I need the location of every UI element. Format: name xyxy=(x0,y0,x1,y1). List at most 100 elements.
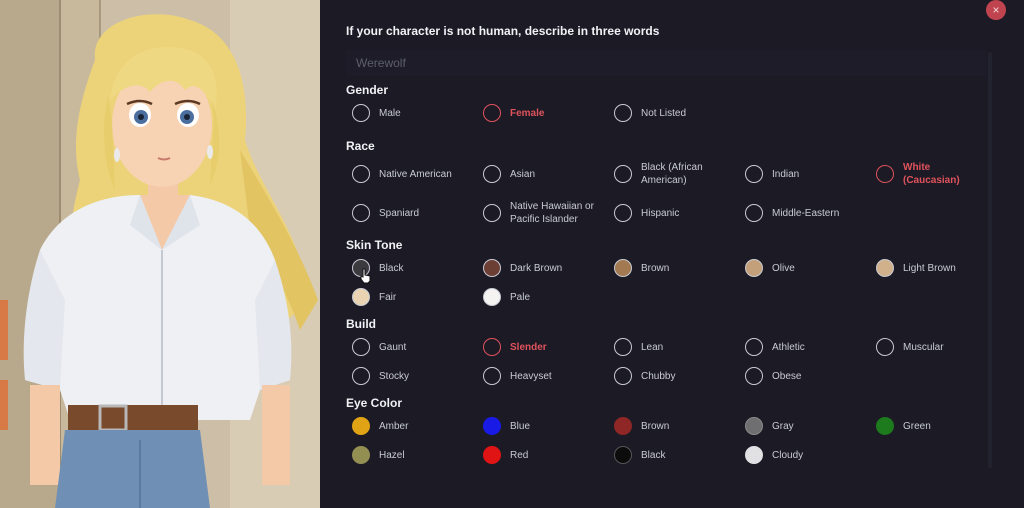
option-label: Cloudy xyxy=(772,449,804,461)
option-label: Heavyset xyxy=(510,370,552,382)
radio-icon xyxy=(614,338,632,356)
character-illustration xyxy=(0,0,320,508)
eye-color-option-cloudy[interactable]: Cloudy xyxy=(745,446,803,464)
option-label: Hazel xyxy=(379,449,405,461)
skin-tone-option-pale[interactable]: Pale xyxy=(483,288,530,306)
skin-tone-option-olive[interactable]: Olive xyxy=(745,259,795,277)
radio-icon xyxy=(614,367,632,385)
race-option-indian[interactable]: Indian xyxy=(745,165,799,183)
color-swatch-icon xyxy=(483,446,501,464)
option-label: Black xyxy=(641,449,666,461)
option-label: Gray xyxy=(772,420,794,432)
option-label: Fair xyxy=(379,291,397,303)
skin-tone-option-fair[interactable]: Fair xyxy=(352,288,396,306)
radio-icon xyxy=(483,165,501,183)
option-label: Dark Brown xyxy=(510,262,563,274)
option-label: Slender xyxy=(510,341,547,353)
color-swatch-icon xyxy=(483,288,501,306)
radio-icon xyxy=(614,104,632,122)
radio-icon xyxy=(614,165,632,183)
radio-icon xyxy=(745,367,763,385)
option-label: Muscular xyxy=(903,341,944,353)
build-option-muscular[interactable]: Muscular xyxy=(876,338,944,356)
build-option-stocky[interactable]: Stocky xyxy=(352,367,409,385)
option-label: Obese xyxy=(772,370,802,382)
option-label: Stocky xyxy=(379,370,410,382)
skin-tone-option-dark-brown[interactable]: Dark Brown xyxy=(483,259,562,277)
nonhuman-description-input[interactable] xyxy=(346,50,986,76)
color-swatch-icon xyxy=(614,417,632,435)
radio-icon xyxy=(352,165,370,183)
build-option-lean[interactable]: Lean xyxy=(614,338,663,356)
color-swatch-icon xyxy=(352,446,370,464)
option-label: Indian xyxy=(772,168,800,180)
gender-option-not-listed[interactable]: Not Listed xyxy=(614,104,686,122)
build-option-gaunt[interactable]: Gaunt xyxy=(352,338,406,356)
race-option-native-american[interactable]: Native American xyxy=(352,165,452,183)
color-swatch-icon xyxy=(352,288,370,306)
color-swatch-icon xyxy=(876,259,894,277)
build-section-title: Build xyxy=(346,317,376,331)
race-option-hispanic[interactable]: Hispanic xyxy=(614,204,679,222)
eye-color-option-brown[interactable]: Brown xyxy=(614,417,669,435)
gender-option-male[interactable]: Male xyxy=(352,104,401,122)
option-label: Lean xyxy=(641,341,664,353)
option-label: Athletic xyxy=(772,341,805,353)
race-section-title: Race xyxy=(346,139,375,153)
eye-color-option-black[interactable]: Black xyxy=(614,446,665,464)
eye-color-option-red[interactable]: Red xyxy=(483,446,528,464)
option-label: Male xyxy=(379,107,401,119)
eye-color-option-gray[interactable]: Gray xyxy=(745,417,794,435)
build-option-obese[interactable]: Obese xyxy=(745,367,801,385)
option-label: Asian xyxy=(510,168,536,180)
race-option-asian[interactable]: Asian xyxy=(483,165,535,183)
radio-selected-icon xyxy=(483,338,501,356)
option-label: Middle-Eastern xyxy=(772,207,840,219)
option-label: Female xyxy=(510,107,545,119)
radio-icon xyxy=(483,204,501,222)
gender-option-female[interactable]: Female xyxy=(483,104,544,122)
radio-icon xyxy=(876,338,894,356)
close-button[interactable]: × xyxy=(986,0,1006,20)
nonhuman-question-label: If your character is not human, describe… xyxy=(346,24,660,38)
radio-icon xyxy=(352,204,370,222)
color-swatch-icon xyxy=(352,417,370,435)
radio-selected-icon xyxy=(483,104,501,122)
option-label: Green xyxy=(903,420,931,432)
option-label: Amber xyxy=(379,420,409,432)
skin-tone-section-title: Skin Tone xyxy=(346,238,403,252)
option-label: Brown xyxy=(641,262,670,274)
radio-icon xyxy=(745,204,763,222)
option-label: Chubby xyxy=(641,370,676,382)
option-label: Brown xyxy=(641,420,670,432)
eye-color-option-amber[interactable]: Amber xyxy=(352,417,408,435)
option-label: Not Listed xyxy=(641,107,687,119)
radio-icon xyxy=(745,165,763,183)
race-option-native-hawaiian[interactable]: Native Hawaiian or Pacific Islander xyxy=(483,200,606,226)
skin-tone-option-brown[interactable]: Brown xyxy=(614,259,669,277)
gender-section-title: Gender xyxy=(346,83,389,97)
skin-tone-option-light-brown[interactable]: Light Brown xyxy=(876,259,956,277)
build-option-heavyset[interactable]: Heavyset xyxy=(483,367,552,385)
radio-icon xyxy=(483,367,501,385)
build-option-athletic[interactable]: Athletic xyxy=(745,338,805,356)
option-label: Light Brown xyxy=(903,262,956,274)
option-label: Native American xyxy=(379,168,452,180)
option-label: Black xyxy=(379,262,404,274)
color-swatch-icon xyxy=(745,417,763,435)
option-label: Gaunt xyxy=(379,341,407,353)
eye-color-option-hazel[interactable]: Hazel xyxy=(352,446,405,464)
color-swatch-icon xyxy=(614,259,632,277)
race-option-spaniard[interactable]: Spaniard xyxy=(352,204,419,222)
build-option-chubby[interactable]: Chubby xyxy=(614,367,675,385)
scrollbar[interactable] xyxy=(988,52,992,468)
race-option-white-caucasian[interactable]: White (Caucasian) xyxy=(876,161,975,187)
eye-color-option-green[interactable]: Green xyxy=(876,417,931,435)
race-option-black-african-american[interactable]: Black (African American) xyxy=(614,161,737,187)
option-label: White (Caucasian) xyxy=(903,162,960,186)
eye-color-option-blue[interactable]: Blue xyxy=(483,417,530,435)
radio-icon xyxy=(352,367,370,385)
race-option-middle-eastern[interactable]: Middle-Eastern xyxy=(745,204,839,222)
build-option-slender[interactable]: Slender xyxy=(483,338,547,356)
color-swatch-icon xyxy=(483,417,501,435)
